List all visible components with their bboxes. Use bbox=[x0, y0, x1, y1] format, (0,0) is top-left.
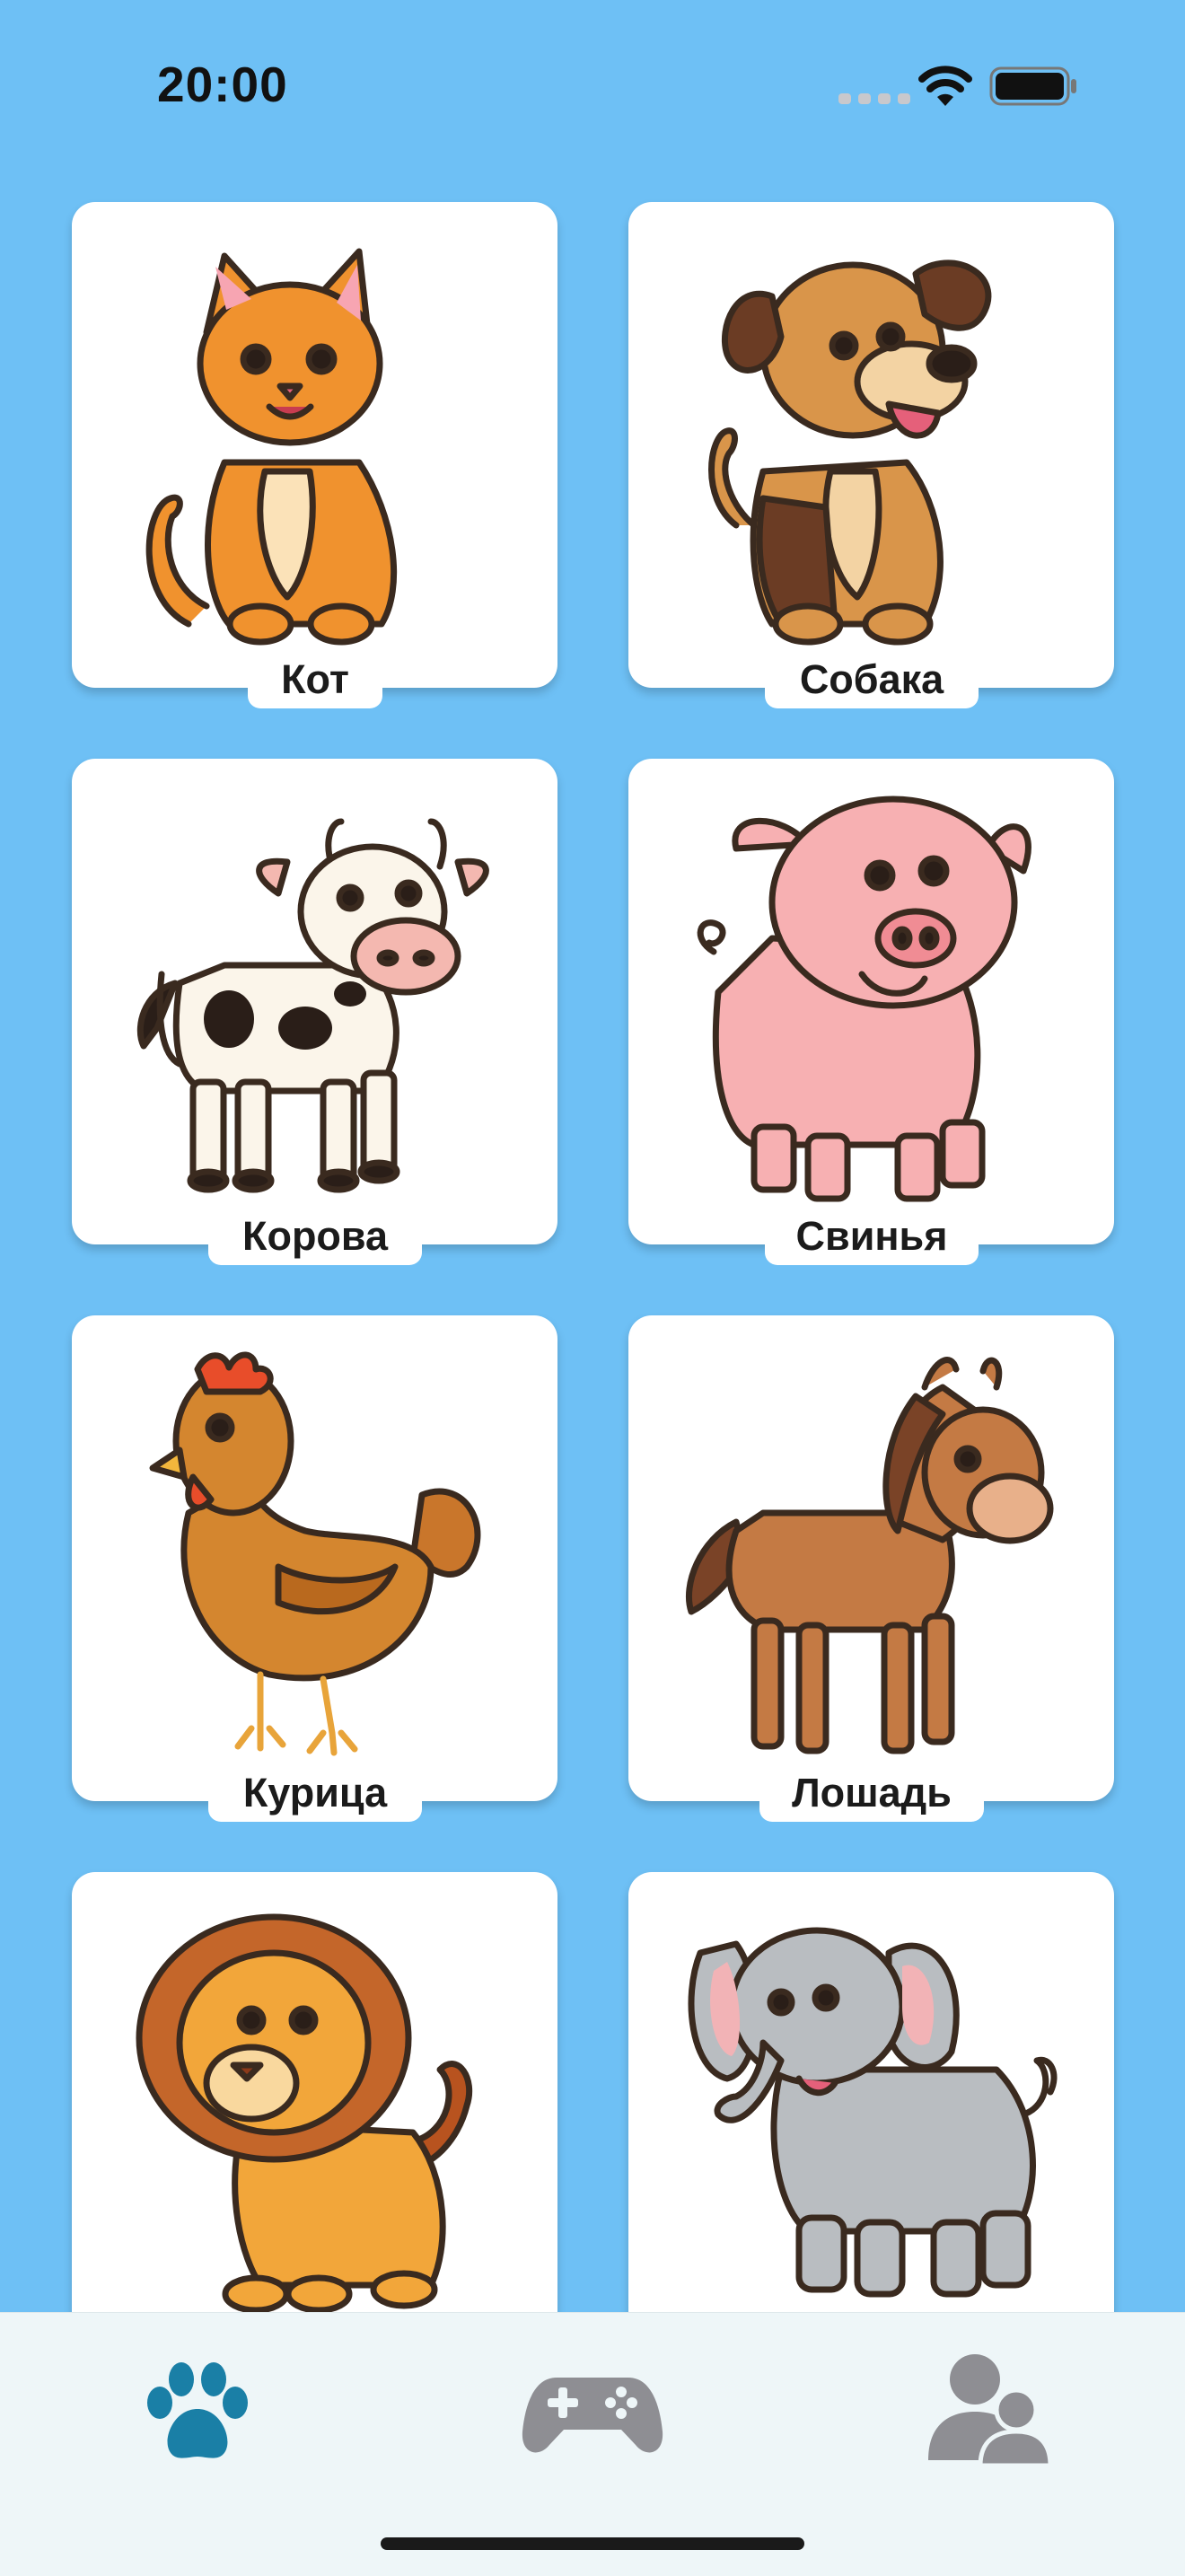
animal-grid: Кот Собака Корова Свинья Курица Лошадь bbox=[0, 0, 1185, 2312]
lion-icon bbox=[136, 1913, 473, 2312]
animal-card-horse[interactable]: Лошадь bbox=[628, 1315, 1114, 1822]
animal-card-cow[interactable]: Корова bbox=[72, 759, 557, 1265]
tab-games[interactable] bbox=[521, 2360, 664, 2467]
gamepad-icon bbox=[522, 2378, 663, 2453]
chicken-icon bbox=[149, 1351, 481, 1756]
home-indicator bbox=[381, 2537, 804, 2550]
tab-animals[interactable] bbox=[144, 2360, 251, 2467]
paw-icon bbox=[147, 2362, 248, 2458]
cow-icon bbox=[136, 818, 489, 1193]
animal-card-elephant[interactable] bbox=[628, 1872, 1114, 2312]
animal-card-cat[interactable]: Кот bbox=[72, 202, 557, 708]
horse-icon bbox=[685, 1357, 1054, 1754]
animal-name: Лошадь bbox=[759, 1764, 984, 1822]
tab-profile[interactable] bbox=[925, 2351, 1053, 2468]
tab-bar bbox=[0, 2312, 1185, 2576]
elephant-icon bbox=[688, 1927, 1058, 2298]
animal-card-lion[interactable] bbox=[72, 1872, 557, 2312]
animal-name: Собака bbox=[765, 651, 979, 708]
animal-name: Кот bbox=[248, 651, 382, 708]
animal-card-dog[interactable]: Собака bbox=[628, 202, 1114, 708]
users-icon bbox=[928, 2354, 1053, 2468]
dog-icon bbox=[708, 259, 992, 646]
animal-name: Корова bbox=[208, 1208, 422, 1265]
animal-name: Свинья bbox=[765, 1208, 979, 1265]
cat-icon bbox=[145, 248, 398, 646]
pig-icon bbox=[697, 796, 1031, 1202]
animal-card-chicken[interactable]: Курица bbox=[72, 1315, 557, 1822]
animal-card-pig[interactable]: Свинья bbox=[628, 759, 1114, 1265]
animal-name: Курица bbox=[208, 1764, 422, 1822]
